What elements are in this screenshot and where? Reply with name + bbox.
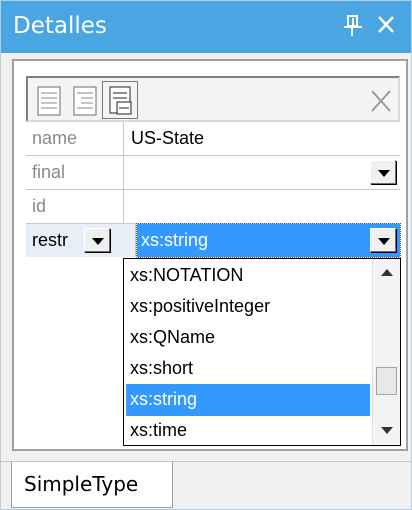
close-icon[interactable] xyxy=(375,12,399,38)
property-label: name xyxy=(26,122,124,155)
list-tree-icon[interactable] xyxy=(102,81,138,119)
restr-dropdown-button[interactable] xyxy=(370,228,396,252)
list-item[interactable]: xs:NOTATION xyxy=(126,260,370,292)
toolbar xyxy=(26,76,400,122)
property-value[interactable] xyxy=(125,156,400,189)
panel-title: Detalles xyxy=(13,13,107,39)
property-row-name: name US-State xyxy=(26,122,400,156)
tab-bar: SimpleType xyxy=(1,461,411,509)
restr-type-value[interactable]: xs:string xyxy=(136,223,401,258)
list-item-selected[interactable]: xs:string xyxy=(125,383,371,417)
scroll-thumb[interactable] xyxy=(376,367,397,395)
tab-simpletype[interactable]: SimpleType xyxy=(11,462,173,508)
property-label: id xyxy=(26,190,124,223)
delete-icon[interactable] xyxy=(362,81,398,119)
title-bar: Detalles xyxy=(1,1,411,53)
list-item[interactable]: xs:short xyxy=(126,353,370,385)
final-dropdown-button[interactable] xyxy=(370,160,396,184)
property-row-final: final xyxy=(26,156,400,190)
details-panel: Detalles name US-State final id restr xs… xyxy=(0,0,412,510)
list-scrollbar[interactable] xyxy=(372,259,400,445)
list-indent-icon[interactable] xyxy=(66,81,102,119)
restr-label-dropdown-button[interactable] xyxy=(84,228,110,252)
list-icon[interactable] xyxy=(30,81,66,119)
pin-icon[interactable] xyxy=(341,13,365,39)
property-label: final xyxy=(26,156,124,189)
property-value[interactable] xyxy=(125,190,400,223)
list-item[interactable]: xs:time xyxy=(126,415,370,447)
list-item[interactable]: xs:QName xyxy=(126,322,370,354)
property-value[interactable]: US-State xyxy=(125,122,400,155)
list-item[interactable]: xs:positiveInteger xyxy=(126,291,370,323)
type-dropdown-list[interactable]: xs:NOTATION xs:positiveInteger xs:QName … xyxy=(123,258,401,446)
property-row-restr: restr xs:string xyxy=(26,223,401,258)
scroll-down-icon[interactable] xyxy=(373,417,401,445)
property-row-id: id xyxy=(26,190,400,224)
scroll-up-icon[interactable] xyxy=(373,259,401,287)
property-label: restr xyxy=(26,224,136,257)
